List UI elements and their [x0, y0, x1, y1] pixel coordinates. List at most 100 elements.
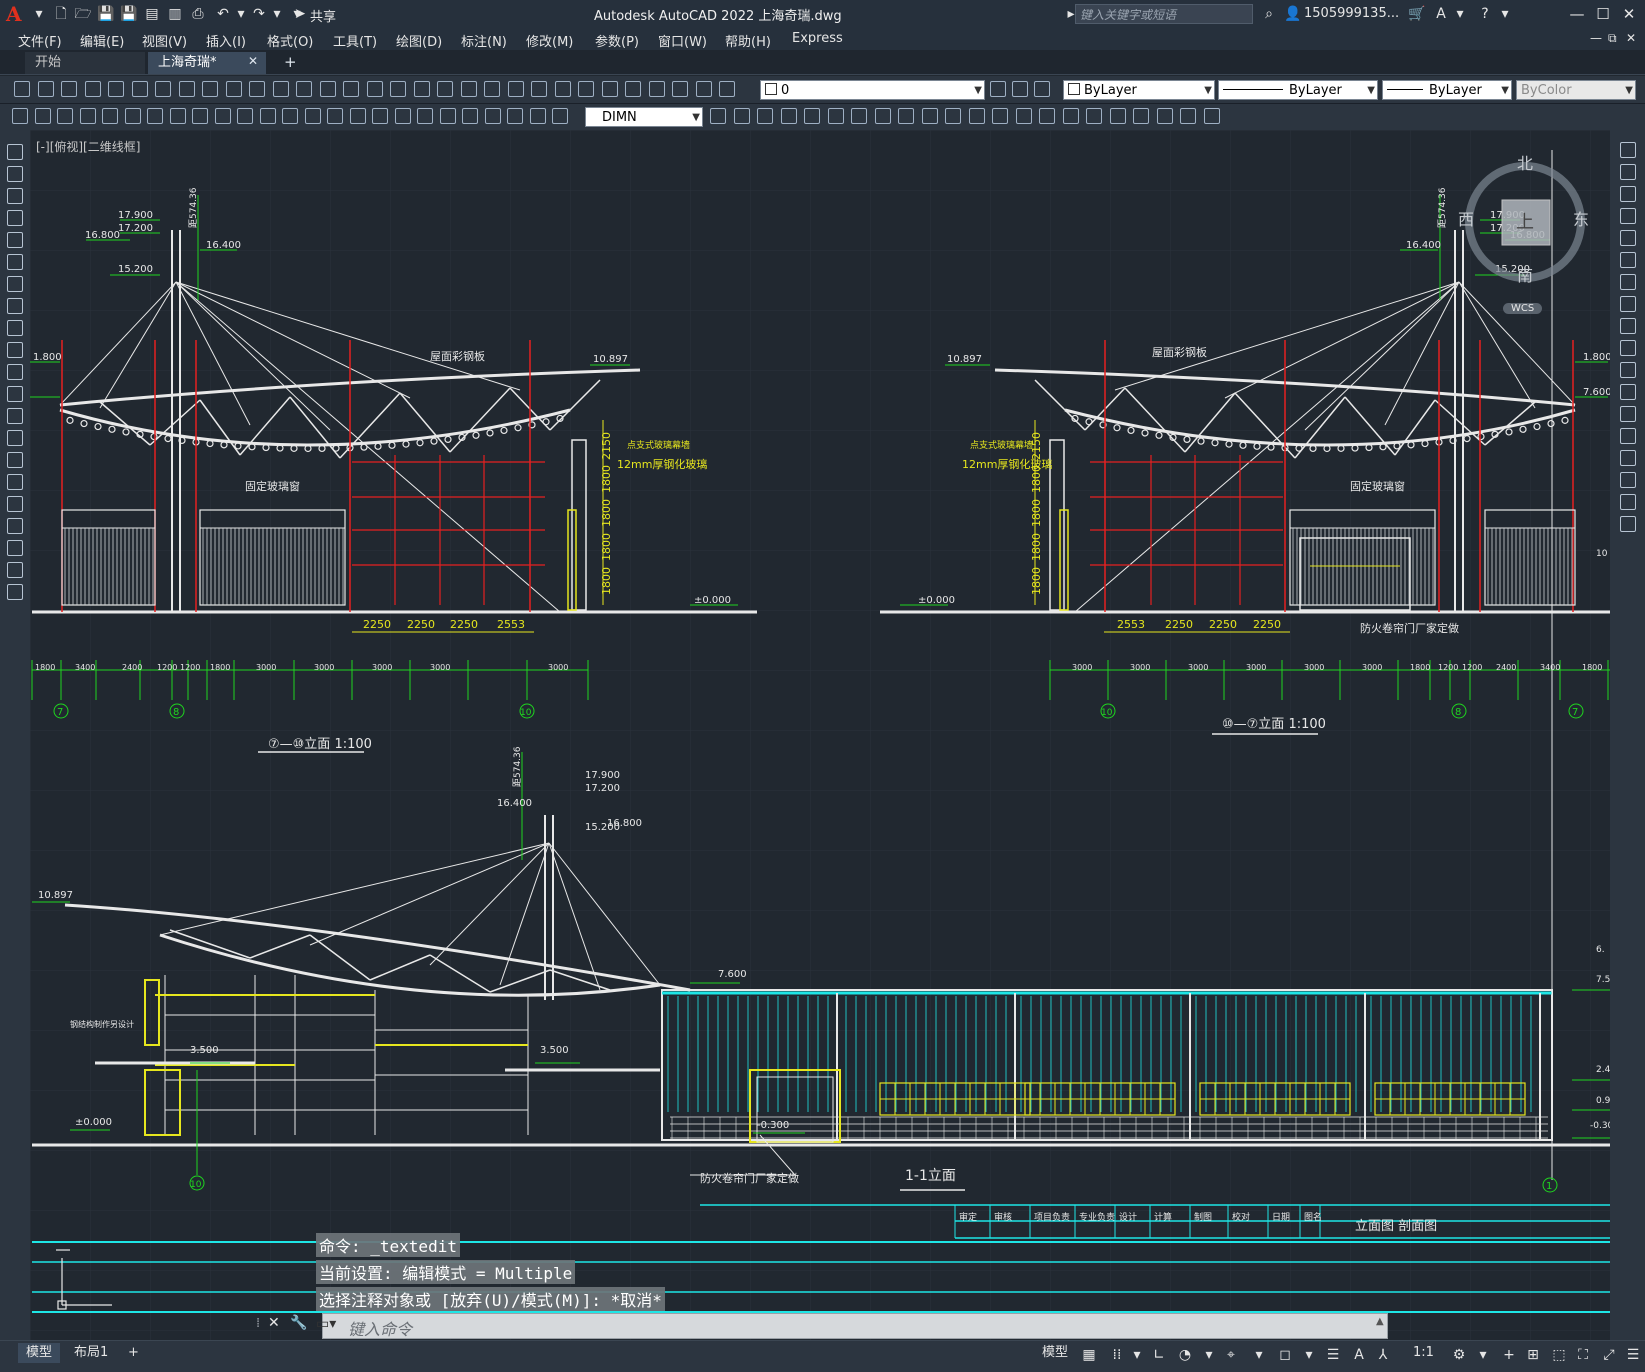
draw-tool-icon[interactable]: [7, 408, 23, 424]
undo-dropdown-icon[interactable]: ▾: [232, 5, 250, 23]
status-toggle-icon-14[interactable]: ⚙: [1450, 1346, 1468, 1364]
search-icon[interactable]: ⌕: [1260, 5, 1278, 23]
dimension-tool-icon-18[interactable]: [395, 108, 411, 124]
modify-tool-icon-20[interactable]: [1157, 108, 1173, 124]
viewcube-east[interactable]: 东: [1573, 206, 1589, 230]
modify-tool-icon[interactable]: [1620, 186, 1636, 202]
status-toggle-icon-4[interactable]: ∟: [1150, 1346, 1168, 1364]
modify-tool-icon-12[interactable]: [969, 108, 985, 124]
plot-icon[interactable]: ⎙: [189, 5, 207, 23]
status-toggle-icon-10[interactable]: ▾: [1300, 1346, 1318, 1364]
menu-help[interactable]: 帮助(H): [725, 31, 771, 50]
status-toggle-icon-20[interactable]: ⤢: [1600, 1346, 1618, 1364]
draw-tool-icon[interactable]: [7, 320, 23, 336]
minimize-button[interactable]: —: [1565, 3, 1589, 25]
status-toggle-icon-5[interactable]: ◔: [1176, 1346, 1194, 1364]
help-dropdown-icon[interactable]: ▾: [1496, 5, 1514, 23]
dimension-tool-icon-1[interactable]: [12, 108, 28, 124]
draw-tool-icon[interactable]: [7, 188, 23, 204]
doc-restore-button[interactable]: ⧉: [1608, 31, 1617, 46]
standard-tool-icon-31[interactable]: [719, 81, 735, 97]
draw-tool-icon[interactable]: [7, 430, 23, 446]
annotation-scale[interactable]: 1:1: [1405, 1343, 1442, 1363]
modify-tool-icon-4[interactable]: [781, 108, 797, 124]
modify-tool-icon[interactable]: [1620, 516, 1636, 532]
layer-select[interactable]: 0 ▼: [760, 80, 985, 100]
standard-tool-icon-29[interactable]: [672, 81, 688, 97]
dimension-tool-icon-14[interactable]: [305, 108, 321, 124]
modify-tool-icon-10[interactable]: [922, 108, 938, 124]
standard-tool-icon-14[interactable]: [320, 81, 336, 97]
draw-tool-icon[interactable]: [7, 298, 23, 314]
wrench-icon[interactable]: 🔧: [290, 1315, 307, 1331]
doc-minimize-button[interactable]: —: [1590, 31, 1602, 45]
status-toggle-icon-11[interactable]: ☰: [1324, 1346, 1342, 1364]
standard-tool-icon-21[interactable]: [484, 81, 500, 97]
viewcube-west[interactable]: 西: [1458, 206, 1474, 230]
menu-modify[interactable]: 修改(M): [526, 31, 573, 50]
dimension-tool-icon-12[interactable]: [260, 108, 276, 124]
dimension-tool-icon-23[interactable]: [507, 108, 523, 124]
viewcube-north[interactable]: 北: [1517, 150, 1533, 174]
status-toggle-icon-3[interactable]: ▾: [1128, 1346, 1146, 1364]
standard-tool-icon-22[interactable]: [508, 81, 524, 97]
menu-insert[interactable]: 插入(I): [206, 31, 246, 50]
standard-tool-icon-23[interactable]: [531, 81, 547, 97]
status-toggle-icon-8[interactable]: ▾: [1250, 1346, 1268, 1364]
modify-tool-icon-2[interactable]: [734, 108, 750, 124]
cart-icon[interactable]: 🛒: [1408, 5, 1426, 23]
draw-tool-icon[interactable]: [7, 540, 23, 556]
status-toggle-icon-17[interactable]: ⊞: [1524, 1346, 1542, 1364]
standard-tool-icon-5[interactable]: [108, 81, 124, 97]
dimension-tool-icon-5[interactable]: [102, 108, 118, 124]
status-toggle-icon-7[interactable]: ⌖: [1222, 1346, 1240, 1364]
standard-tool-icon-17[interactable]: [390, 81, 406, 97]
draw-tool-icon[interactable]: [7, 342, 23, 358]
modify-tool-icon-1[interactable]: [710, 108, 726, 124]
undo-icon[interactable]: ↶: [214, 5, 232, 23]
dimension-tool-icon-4[interactable]: [80, 108, 96, 124]
status-toggle-icon-2[interactable]: ⁞⁞: [1108, 1346, 1126, 1364]
draw-tool-icon[interactable]: [7, 452, 23, 468]
dimension-tool-icon-17[interactable]: [372, 108, 388, 124]
menu-dimension[interactable]: 标注(N): [461, 31, 507, 50]
standard-tool-icon-27[interactable]: [625, 81, 641, 97]
plotstyle-select[interactable]: ByColor ▼: [1516, 80, 1636, 100]
modify-tool-icon[interactable]: [1620, 274, 1636, 290]
redo-dropdown-icon[interactable]: ▾: [268, 5, 286, 23]
drawing-canvas[interactable]: 审定 审核 项目负责 专业负责 设计 计算 制图 校对 日期 图名 17.900 17.200 1…: [30, 130, 1610, 1340]
draw-tool-icon[interactable]: [7, 364, 23, 380]
dimension-tool-icon-22[interactable]: [485, 108, 501, 124]
tab-model[interactable]: 模型: [18, 1343, 61, 1363]
modify-tool-icon[interactable]: [1620, 494, 1636, 510]
modify-tool-icon-19[interactable]: [1133, 108, 1149, 124]
color-select[interactable]: ByLayer ▼: [1063, 80, 1215, 100]
modify-tool-icon-18[interactable]: [1110, 108, 1126, 124]
modify-tool-icon-15[interactable]: [1039, 108, 1055, 124]
modify-tool-icon[interactable]: [1620, 450, 1636, 466]
standard-tool-icon-12[interactable]: [273, 81, 289, 97]
layer-tool-icon-2[interactable]: [1012, 81, 1028, 97]
standard-tool-icon-28[interactable]: [649, 81, 665, 97]
dropdown-icon[interactable]: ▾: [1451, 5, 1469, 23]
standard-tool-icon-30[interactable]: [696, 81, 712, 97]
dropdown-icon[interactable]: ▾: [30, 5, 48, 23]
redo-icon[interactable]: ↷: [250, 5, 268, 23]
dimension-tool-icon-16[interactable]: [350, 108, 366, 124]
modify-tool-icon-22[interactable]: [1204, 108, 1220, 124]
status-toggle-icon-9[interactable]: ◻: [1276, 1346, 1294, 1364]
standard-tool-icon-9[interactable]: [202, 81, 218, 97]
model-space-button[interactable]: 模型: [1034, 1343, 1076, 1363]
user-icon[interactable]: 👤: [1284, 5, 1302, 23]
doc-close-button[interactable]: ✕: [1626, 31, 1636, 45]
menu-parametric[interactable]: 参数(P): [595, 31, 639, 50]
menu-file[interactable]: 文件(F): [18, 31, 62, 50]
draw-tool-icon[interactable]: [7, 144, 23, 160]
dimension-tool-icon-2[interactable]: [35, 108, 51, 124]
open-file-icon[interactable]: 🗁: [74, 5, 92, 23]
dimstyle-select[interactable]: DIMN ▼: [585, 107, 703, 127]
lineweight-select[interactable]: ByLayer ▼: [1382, 80, 1512, 100]
draw-tool-icon[interactable]: [7, 386, 23, 402]
status-toggle-icon-15[interactable]: ▾: [1474, 1346, 1492, 1364]
modify-tool-icon[interactable]: [1620, 252, 1636, 268]
